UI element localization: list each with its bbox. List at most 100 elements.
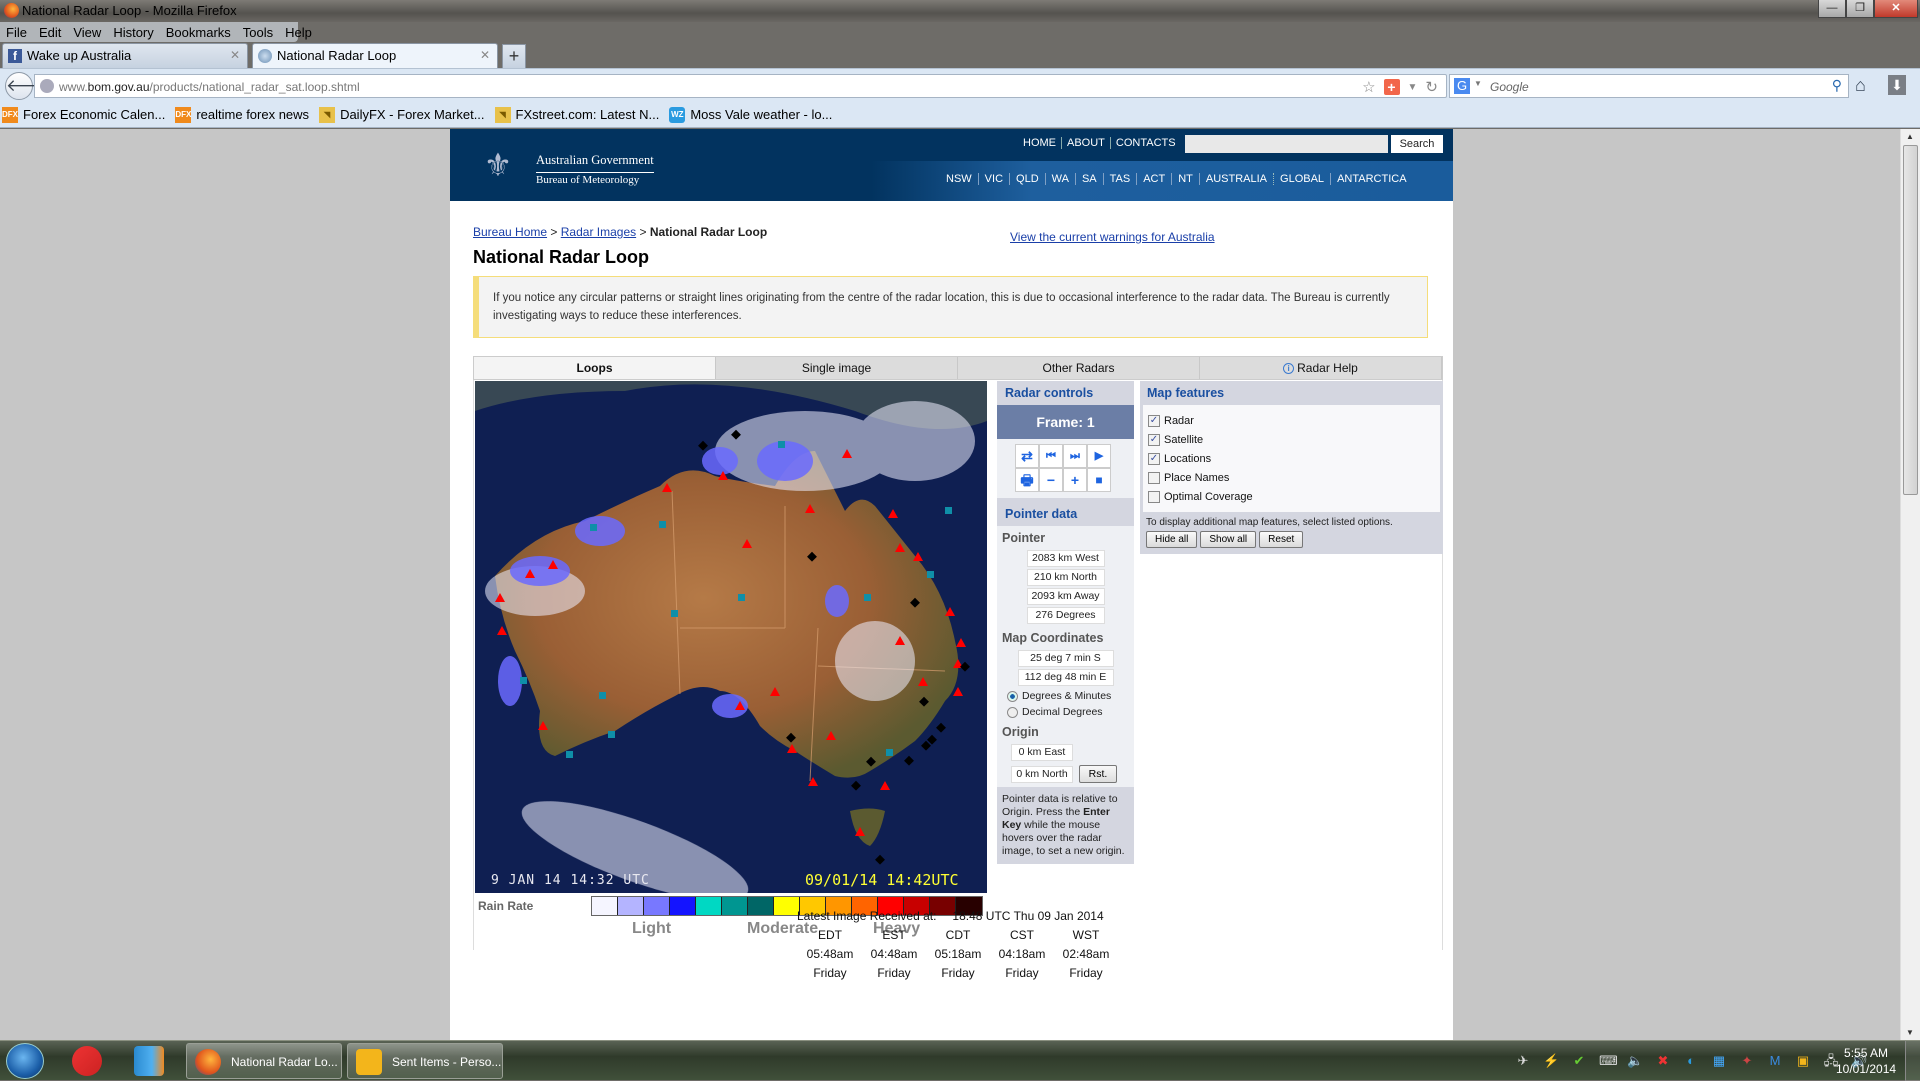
checkbox-unchecked-icon[interactable]: [1148, 471, 1160, 484]
nav-nt[interactable]: NT: [1172, 173, 1200, 185]
taskbar-outlook[interactable]: Sent Items - Perso...: [347, 1043, 503, 1079]
gov-title[interactable]: Australian Government: [536, 153, 654, 173]
bookmark-item[interactable]: DFX Forex Economic Calen...: [2, 106, 165, 123]
feature-optimal-coverage[interactable]: Optimal Coverage: [1148, 487, 1435, 506]
breadcrumb-radar-images[interactable]: Radar Images: [561, 225, 636, 239]
security-check-icon[interactable]: ✔: [1571, 1053, 1587, 1069]
radar-loop-image[interactable]: 9 JAN 14 14:32 UTC 09/01/14 14:42UTC: [475, 381, 987, 893]
nav-sa[interactable]: SA: [1076, 173, 1104, 185]
url-bar[interactable]: www.bom.gov.au/products/national_radar_s…: [34, 74, 1447, 98]
office-icon[interactable]: ▣: [1795, 1053, 1811, 1069]
scroll-down-arrow-icon[interactable]: ▼: [1906, 1028, 1914, 1037]
checkbox-checked-icon[interactable]: ✓: [1148, 452, 1160, 465]
menu-view[interactable]: View: [73, 25, 101, 40]
link-about[interactable]: ABOUT: [1062, 137, 1111, 149]
minimize-button[interactable]: —: [1818, 0, 1846, 18]
history-dropdown-icon[interactable]: ▼: [1408, 82, 1418, 93]
home-icon[interactable]: ⌂: [1855, 75, 1866, 96]
speaker-mute-icon[interactable]: 🔈: [1627, 1053, 1643, 1069]
checkbox-unchecked-icon[interactable]: [1148, 490, 1160, 503]
nav-australia[interactable]: AUSTRALIA: [1200, 173, 1275, 185]
bookmark-item[interactable]: ◥ FXstreet.com: Latest N...: [494, 106, 659, 123]
radio-unselected-icon[interactable]: [1007, 706, 1018, 718]
feature-place-names[interactable]: Place Names: [1148, 468, 1435, 487]
site-search-input[interactable]: [1185, 135, 1388, 153]
warnings-link[interactable]: View the current warnings for Australia: [1010, 230, 1215, 244]
tab-national-radar-loop[interactable]: National Radar Loop ✕: [252, 43, 498, 68]
restore-button[interactable]: ❐: [1846, 0, 1874, 18]
faster-button[interactable]: +: [1063, 468, 1087, 492]
checkbox-checked-icon[interactable]: ✓: [1148, 414, 1160, 427]
radio-selected-icon[interactable]: [1007, 690, 1018, 702]
feature-satellite[interactable]: ✓ Satellite: [1148, 430, 1435, 449]
scrollbar-thumb[interactable]: [1903, 145, 1918, 495]
menu-edit[interactable]: Edit: [39, 25, 61, 40]
site-identity-icon[interactable]: [40, 79, 54, 93]
taskbar-firefox[interactable]: National Radar Lo...: [186, 1043, 342, 1079]
nav-global[interactable]: GLOBAL: [1274, 173, 1332, 185]
link-home[interactable]: HOME: [1018, 137, 1062, 149]
agency-title[interactable]: Bureau of Meteorology: [536, 174, 639, 186]
tab-radar-help[interactable]: i Radar Help: [1200, 357, 1442, 379]
network-wireless-icon[interactable]: ✈: [1515, 1053, 1531, 1069]
search-icon[interactable]: ⚲: [1832, 77, 1842, 94]
close-button[interactable]: ✕: [1874, 0, 1918, 18]
nav-nsw[interactable]: NSW: [940, 173, 979, 185]
site-search-button[interactable]: Search: [1391, 135, 1443, 153]
coat-of-arms-logo[interactable]: ⚜: [470, 143, 526, 187]
menu-file[interactable]: File: [6, 25, 27, 40]
bookmark-item[interactable]: DFX realtime forex news: [175, 106, 309, 123]
usb-error-icon[interactable]: ✖: [1655, 1053, 1671, 1069]
keyboard-mouse-icon[interactable]: ⌨: [1599, 1053, 1618, 1069]
menu-help[interactable]: Help: [285, 25, 312, 40]
show-desktop-button[interactable]: [1905, 1041, 1920, 1081]
vlc-icon[interactable]: ⚡: [1543, 1053, 1559, 1069]
close-tab-icon[interactable]: ✕: [230, 48, 240, 62]
search-engine-dropdown-icon[interactable]: ▼: [1474, 79, 1482, 88]
bookmark-item[interactable]: WZ Moss Vale weather - lo...: [669, 106, 832, 123]
nav-vic[interactable]: VIC: [979, 173, 1011, 185]
breadcrumb-home[interactable]: Bureau Home: [473, 225, 547, 239]
link-contacts[interactable]: CONTACTS: [1111, 137, 1181, 149]
search-bar[interactable]: G ▼ Google ⚲: [1449, 74, 1849, 98]
close-tab-icon[interactable]: ✕: [480, 48, 490, 62]
sync-icon[interactable]: ◐: [1683, 1053, 1699, 1069]
reset-features-button[interactable]: Reset: [1259, 531, 1304, 548]
nav-act[interactable]: ACT: [1137, 173, 1173, 185]
tab-other-radars[interactable]: Other Radars: [958, 357, 1200, 379]
menu-bookmarks[interactable]: Bookmarks: [166, 25, 231, 40]
windows-update-icon[interactable]: ▦: [1711, 1053, 1727, 1069]
tray-app-icon[interactable]: ✦: [1739, 1053, 1755, 1069]
bookmark-item[interactable]: ◥ DailyFX - Forex Market...: [319, 106, 485, 123]
nav-qld[interactable]: QLD: [1010, 173, 1046, 185]
nav-antarctica[interactable]: ANTARCTICA: [1331, 173, 1412, 185]
slower-button[interactable]: −: [1039, 468, 1063, 492]
play-button[interactable]: ▶: [1087, 444, 1111, 468]
download-icon[interactable]: ⬇: [1888, 75, 1906, 95]
back-button[interactable]: 🡐: [5, 72, 52, 100]
print-button[interactable]: 🖶: [1015, 468, 1039, 492]
decimal-degrees-option[interactable]: Decimal Degrees: [997, 704, 1134, 720]
start-button[interactable]: [6, 1043, 44, 1079]
tab-loops[interactable]: Loops: [474, 357, 716, 379]
app-cube-icon[interactable]: [134, 1046, 164, 1076]
page-scrollbar[interactable]: ▲ ▼: [1900, 129, 1920, 1040]
menu-tools[interactable]: Tools: [243, 25, 273, 40]
hide-all-button[interactable]: Hide all: [1146, 531, 1198, 548]
nav-tas[interactable]: TAS: [1104, 173, 1138, 185]
system-clock[interactable]: 5:55 AM 10/01/2014: [1836, 1045, 1896, 1077]
degrees-minutes-option[interactable]: Degrees & Minutes: [997, 688, 1134, 704]
addon-plus-icon[interactable]: +: [1383, 79, 1400, 95]
malwarebytes-icon[interactable]: M: [1767, 1053, 1783, 1069]
feature-radar[interactable]: ✓ Radar: [1148, 411, 1435, 430]
nav-wa[interactable]: WA: [1046, 173, 1076, 185]
scroll-up-arrow-icon[interactable]: ▲: [1906, 132, 1914, 141]
next-frame-button[interactable]: ⏭: [1063, 444, 1087, 468]
feature-locations[interactable]: ✓ Locations: [1148, 449, 1435, 468]
stop-button[interactable]: ■: [1087, 468, 1111, 492]
reset-origin-button[interactable]: Rst.: [1079, 765, 1117, 783]
show-all-button[interactable]: Show all: [1200, 531, 1257, 548]
bookmark-star-icon[interactable]: ☆: [1362, 78, 1375, 96]
checkbox-checked-icon[interactable]: ✓: [1148, 433, 1160, 446]
toggle-direction-button[interactable]: ⇄: [1015, 444, 1039, 468]
